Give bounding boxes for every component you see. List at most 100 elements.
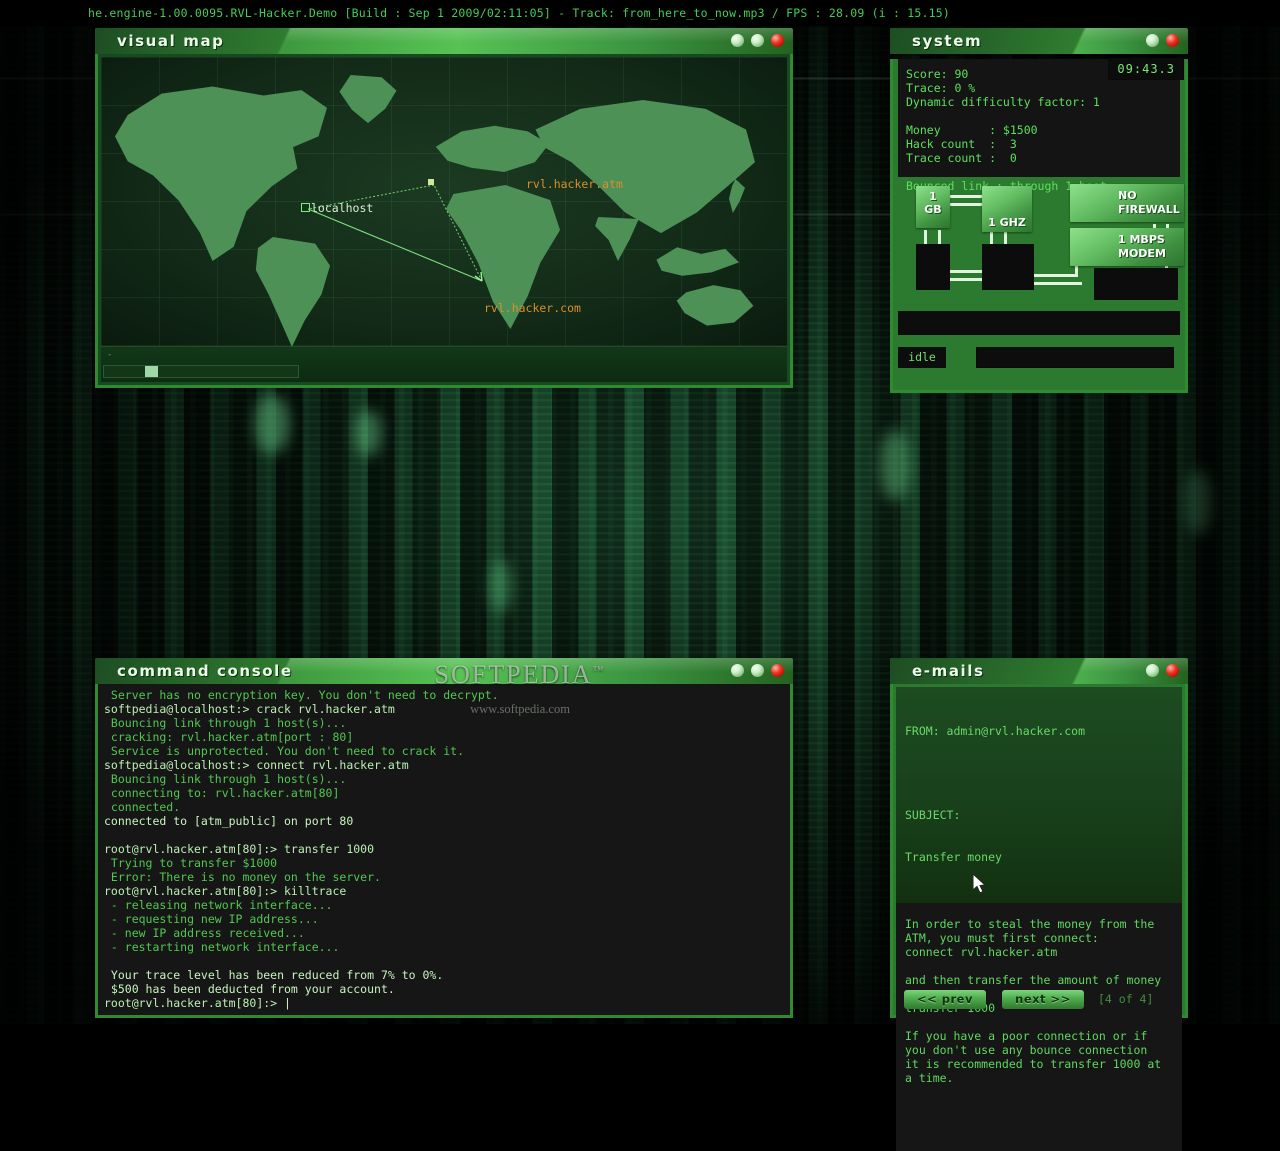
- email-subject-label: SUBJECT:: [905, 808, 961, 822]
- emails-window-controls: [1146, 664, 1179, 677]
- visual-map-window: visual map localhost rvl.hacker.atm rvl.…: [95, 28, 793, 388]
- console-line: Service is unprotected. You don't need t…: [104, 744, 465, 758]
- stat-trace-count: Trace count : 0: [906, 151, 1017, 165]
- console-line: - releasing network interface...: [104, 898, 333, 912]
- email-subject: Transfer money: [905, 850, 1002, 864]
- console-line: $500 has been deducted from your account…: [104, 982, 395, 996]
- console-title: command console: [117, 662, 293, 680]
- console-line: Error: There is no money on the server.: [104, 870, 381, 884]
- system-status-footer: idle: [898, 347, 1180, 369]
- console-prompt-text: root@rvl.hacker.atm[80]:>: [104, 996, 285, 1010]
- system-title: system: [912, 32, 983, 50]
- emails-window: e-mails FROM: admin@rvl.hacker.com SUBJE…: [890, 658, 1188, 1151]
- console-output[interactable]: Server has no encryption key. You don't …: [95, 684, 793, 1018]
- system-window: system Score: 90 Trace: 0 % Dynamic diff…: [890, 28, 1188, 393]
- minimize-button[interactable]: [731, 34, 744, 47]
- console-line: connected.: [104, 800, 181, 814]
- hw-wire: [1034, 282, 1082, 285]
- map-scroll-tick: -: [107, 350, 113, 360]
- stat-spacer-2: [906, 165, 1180, 179]
- hw-wire: [948, 278, 984, 281]
- console-line: cracking: rvl.hacker.atm[port : 80]: [104, 730, 354, 744]
- console-line: Server has no encryption key. You don't …: [104, 688, 499, 702]
- emails-titlebar[interactable]: e-mails: [890, 658, 1188, 684]
- system-stats-panel: Score: 90 Trace: 0 % Dynamic difficulty …: [898, 58, 1184, 193]
- console-line: root@rvl.hacker.atm[80]:> killtrace: [104, 884, 347, 898]
- system-body: Score: 90 Trace: 0 % Dynamic difficulty …: [890, 58, 1188, 393]
- map-horizontal-scrollbar[interactable]: -: [101, 346, 787, 382]
- hw-slot-ram[interactable]: [916, 244, 950, 290]
- minimize-button[interactable]: [1146, 664, 1159, 677]
- close-button[interactable]: [771, 34, 784, 47]
- close-button[interactable]: [771, 664, 784, 677]
- console-line: softpedia@localhost:> crack rvl.hacker.a…: [104, 702, 395, 716]
- stat-trace: Trace: 0 %: [906, 81, 976, 95]
- hardware-diagram: 1 GB 1 GHZ NO FIREWALL 1 MBPS MODEM: [898, 182, 1184, 302]
- next-email-button[interactable]: next >>: [1002, 990, 1084, 1009]
- system-activity-bar: [898, 311, 1180, 335]
- close-button[interactable]: [1166, 34, 1179, 47]
- console-line: Bouncing link through 1 host(s)...: [104, 772, 347, 786]
- visual-map-window-controls: [731, 34, 784, 47]
- maximize-button[interactable]: [751, 34, 764, 47]
- email-counter: [4 of 4]: [1098, 992, 1154, 1006]
- console-line: connecting to: rvl.hacker.atm[80]: [104, 786, 340, 800]
- visual-map-titlebar[interactable]: visual map: [95, 28, 793, 54]
- node-marker-icon: [428, 179, 434, 185]
- map-scroll-track[interactable]: [103, 365, 299, 378]
- system-window-controls: [1146, 34, 1179, 47]
- email-from: FROM: admin@rvl.hacker.com: [905, 724, 1086, 738]
- system-status-label: idle: [898, 347, 946, 368]
- console-line: - restarting network interface...: [104, 940, 340, 954]
- hw-wire: [948, 270, 984, 273]
- node-marker-icon: [301, 203, 310, 212]
- console-line: Trying to transfer $1000: [104, 856, 278, 870]
- visual-map-title: visual map: [117, 32, 225, 50]
- world-map-canvas[interactable]: localhost rvl.hacker.atm rvl.hacker.com: [101, 57, 787, 349]
- emails-title: e-mails: [912, 662, 985, 680]
- map-node-label: rvl.hacker.atm: [526, 177, 623, 191]
- email-navigation: << prev next >> [4 of 4]: [898, 990, 1180, 1010]
- console-line: connected to [atm_public] on port 80: [104, 814, 354, 828]
- console-line: - requesting new IP address...: [104, 912, 319, 926]
- console-input-line[interactable]: root@rvl.hacker.atm[80]:> |: [104, 996, 784, 1010]
- map-node-label: rvl.hacker.com: [484, 301, 581, 315]
- console-line: Your trace level has been reduced from 7…: [104, 968, 444, 982]
- maximize-button[interactable]: [751, 664, 764, 677]
- system-titlebar[interactable]: system: [890, 28, 1188, 54]
- minimize-button[interactable]: [1146, 34, 1159, 47]
- hw-wire: [938, 230, 941, 244]
- hw-wire: [1075, 266, 1078, 277]
- hw-slot-modem[interactable]: [1094, 268, 1178, 300]
- system-clock: 09:43.3: [1108, 58, 1184, 80]
- app-title-bar: he.engine-1.00.0095.RVL-Hacker.Demo [Bui…: [0, 0, 1280, 26]
- hw-slot-cpu[interactable]: [982, 244, 1034, 290]
- map-scroll-thumb[interactable]: [145, 366, 158, 377]
- minimize-button[interactable]: [731, 664, 744, 677]
- system-progress-bar: [976, 347, 1174, 368]
- close-button[interactable]: [1166, 664, 1179, 677]
- hw-chip-ram[interactable]: 1 GB: [916, 186, 950, 228]
- console-caret: |: [284, 996, 291, 1010]
- email-body-text: In order to steal the money from the ATM…: [896, 903, 1182, 1151]
- hw-chip-cpu[interactable]: 1 GHZ: [982, 186, 1032, 232]
- command-console-window: command console Server has no encryption…: [95, 658, 793, 1018]
- stat-spacer-1: [906, 109, 1180, 123]
- stat-money: Money : $1500: [906, 123, 1038, 137]
- hw-wire: [1034, 274, 1078, 277]
- connection-lines: [307, 184, 483, 282]
- hw-chip-firewall[interactable]: NO FIREWALL: [1070, 184, 1184, 222]
- console-line: softpedia@localhost:> connect rvl.hacker…: [104, 758, 409, 772]
- hw-chip-modem[interactable]: 1 MBPS MODEM: [1070, 228, 1184, 266]
- console-titlebar[interactable]: command console: [95, 658, 793, 684]
- email-header: FROM: admin@rvl.hacker.com SUBJECT: Tran…: [896, 687, 1182, 903]
- stat-difficulty: Dynamic difficulty factor: 1: [906, 95, 1100, 109]
- visual-map-body: localhost rvl.hacker.atm rvl.hacker.com …: [95, 54, 793, 388]
- prev-email-button[interactable]: << prev: [904, 990, 986, 1009]
- emails-body: FROM: admin@rvl.hacker.com SUBJECT: Tran…: [890, 684, 1188, 1151]
- console-window-controls: [731, 664, 784, 677]
- hw-wire: [990, 230, 993, 244]
- console-line: - new IP address received...: [104, 926, 305, 940]
